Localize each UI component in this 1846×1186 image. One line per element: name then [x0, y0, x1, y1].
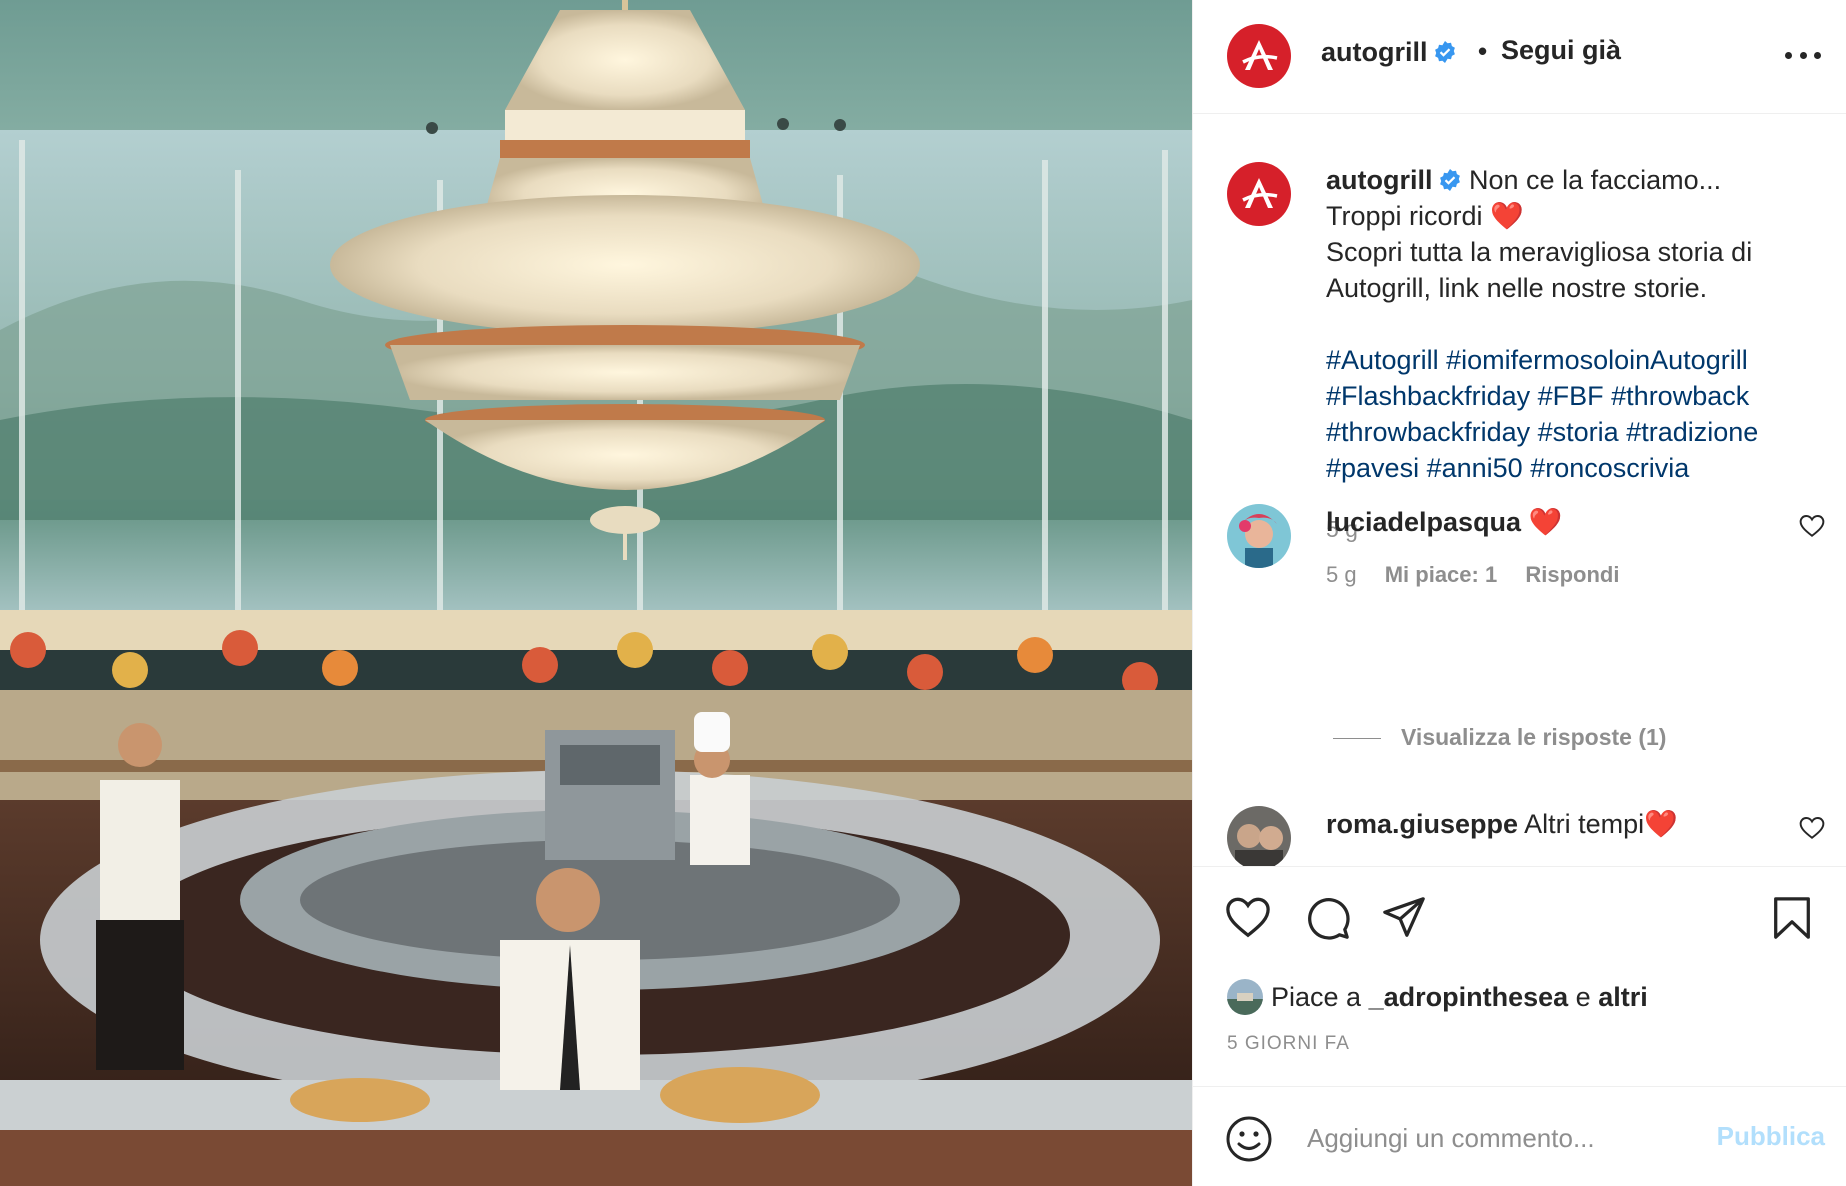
avatar-image: [1227, 806, 1291, 866]
comment-likes[interactable]: Mi piace: 1: [1385, 562, 1497, 587]
post-actions: Piace a _adropinthesea e altri 5 GIORNI …: [1193, 866, 1846, 1086]
hashtag-line: #pavesi #anni50 #roncoscrivia: [1326, 450, 1826, 486]
avatar-image: [1227, 504, 1291, 568]
comment-username[interactable]: luciadelpasqua: [1326, 507, 1521, 537]
more-options-icon[interactable]: [1785, 40, 1821, 70]
hashtag-line: #Autogrill #iomifermosoloinAutogrill: [1326, 342, 1826, 378]
replies-divider: [1333, 738, 1381, 740]
hashtag-link[interactable]: #anni50: [1427, 453, 1523, 483]
like-comment-icon[interactable]: [1799, 816, 1825, 840]
caption-line-2: Troppi ricordi: [1326, 201, 1483, 231]
avatar-image: [1227, 979, 1263, 1015]
view-replies-button[interactable]: Visualizza le risposte (1): [1333, 724, 1666, 751]
hashtag-link[interactable]: #throwback: [1611, 381, 1749, 411]
comments-list[interactable]: autogrill Non ce la facciamo... Troppi r…: [1193, 114, 1846, 866]
hashtag-link[interactable]: #Flashbackfriday: [1326, 381, 1530, 411]
author-avatar[interactable]: [1227, 24, 1291, 88]
comment-time[interactable]: 5 g: [1326, 562, 1357, 587]
likes-summary[interactable]: Piace a _adropinthesea e altri: [1227, 979, 1648, 1015]
post-caption: autogrill Non ce la facciamo... Troppi r…: [1326, 162, 1826, 486]
header-username[interactable]: autogrill: [1321, 37, 1457, 68]
comment-icon[interactable]: [1305, 895, 1351, 941]
autogrill-logo-icon: [1242, 178, 1278, 208]
liker-avatar[interactable]: [1227, 979, 1263, 1015]
commenter-avatar[interactable]: [1227, 806, 1291, 866]
comment-text: ❤️: [1528, 507, 1563, 537]
share-icon[interactable]: [1381, 895, 1427, 941]
comment-body: luciadelpasqua ❤️: [1326, 506, 1562, 538]
hashtag-link[interactable]: #tradizione: [1626, 417, 1758, 447]
caption-line-3: Scopri tutta la meravigliosa storia di: [1326, 237, 1753, 267]
verified-badge-icon: [1439, 169, 1460, 191]
reply-button[interactable]: Rispondi: [1525, 562, 1619, 587]
hashtag-line: #throwbackfriday #storia #tradizione: [1326, 414, 1826, 450]
instagram-post-modal: autogrill • Segui già autogrill Non ce l…: [0, 0, 1846, 1186]
comment-meta: 5 g Mi piace: 1 Rispondi: [1326, 562, 1641, 588]
comment-input[interactable]: [1305, 1117, 1689, 1159]
autogrill-logo-icon: [1242, 40, 1278, 70]
hashtag-link[interactable]: #FBF: [1538, 381, 1604, 411]
likes-prefix: Piace a: [1271, 981, 1362, 1012]
hashtag-link[interactable]: #Autogrill: [1326, 345, 1439, 375]
comment-text: Altri tempi❤️: [1524, 809, 1678, 839]
verified-badge-icon: [1434, 41, 1455, 63]
comment-username[interactable]: roma.giuseppe: [1326, 809, 1518, 839]
heart-emoji: ❤️: [1490, 201, 1524, 231]
like-comment-icon[interactable]: [1799, 514, 1825, 538]
liker-username[interactable]: _adropinthesea: [1369, 982, 1569, 1013]
comment-body: roma.giuseppe Altri tempi❤️: [1326, 808, 1678, 840]
add-comment-bar: Pubblica: [1193, 1086, 1846, 1186]
commenter-avatar[interactable]: [1227, 504, 1291, 568]
publish-button[interactable]: Pubblica: [1717, 1121, 1825, 1152]
post-sidebar: autogrill • Segui già autogrill Non ce l…: [1192, 0, 1846, 1186]
post-date[interactable]: 5 GIORNI FA: [1227, 1033, 1350, 1055]
caption-author-avatar[interactable]: [1227, 162, 1291, 226]
hashtag-link[interactable]: #roncoscrivia: [1530, 453, 1689, 483]
hashtag-link[interactable]: #iomifermosoloinAutogrill: [1446, 345, 1748, 375]
post-photo[interactable]: [0, 0, 1192, 1186]
post-image: [0, 0, 1192, 1186]
likes-others[interactable]: altri: [1598, 982, 1648, 1013]
likes-conj: e: [1575, 981, 1591, 1012]
hashtag-link[interactable]: #throwbackfriday: [1326, 417, 1530, 447]
following-button[interactable]: Segui già: [1501, 35, 1621, 66]
bookmark-icon[interactable]: [1769, 895, 1815, 941]
hashtag-link[interactable]: #pavesi: [1326, 453, 1419, 483]
emoji-icon[interactable]: [1225, 1115, 1273, 1163]
caption-line-1: Non ce la facciamo...: [1469, 165, 1722, 195]
heart-icon[interactable]: [1225, 895, 1271, 941]
caption-username[interactable]: autogrill: [1326, 165, 1433, 195]
post-header: autogrill • Segui già: [1193, 0, 1846, 114]
caption-line-4: Autogrill, link nelle nostre storie.: [1326, 273, 1708, 303]
hashtag-line: #Flashbackfriday #FBF #throwback: [1326, 378, 1826, 414]
hashtag-link[interactable]: #storia: [1538, 417, 1619, 447]
header-separator: •: [1478, 36, 1488, 66]
